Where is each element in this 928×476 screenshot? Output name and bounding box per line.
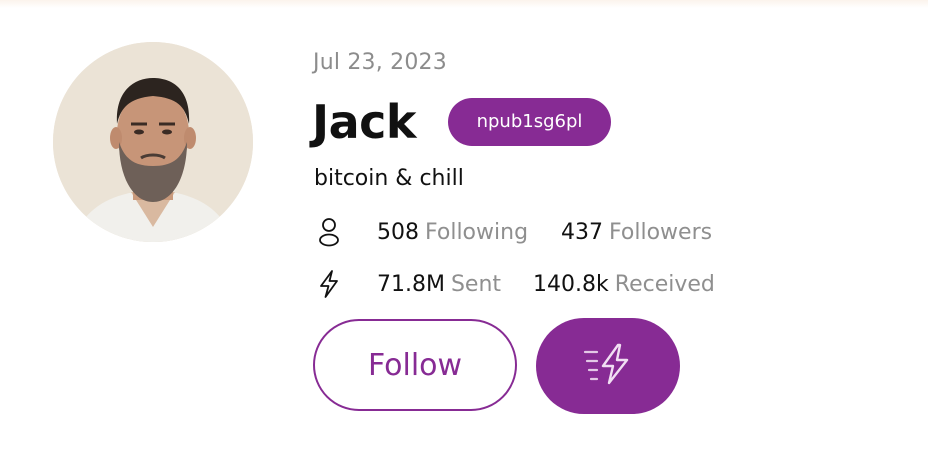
following-label: Following — [425, 219, 529, 245]
sent-amount: 71.8M — [377, 271, 445, 297]
sent-label: Sent — [450, 271, 502, 297]
avatar[interactable] — [53, 42, 253, 242]
profile-bio: bitcoin & chill — [314, 166, 464, 191]
zap-button[interactable] — [536, 318, 680, 414]
received-amount: 140.8k — [533, 271, 609, 297]
following-stat[interactable]: 508 Following — [377, 220, 528, 245]
npub-badge[interactable]: npub1sg6pl — [448, 98, 611, 146]
followers-label: Followers — [609, 219, 713, 245]
zap-fast-icon — [583, 342, 633, 390]
top-gradient — [0, 0, 928, 8]
person-icon — [314, 215, 344, 249]
received-label: Received — [614, 271, 715, 297]
profile-name: Jack — [312, 95, 417, 149]
follow-button[interactable]: Follow — [313, 319, 517, 411]
followers-count: 437 — [561, 219, 604, 245]
received-stat: 140.8k Received — [533, 272, 715, 297]
zap-stats-row: 71.8M Sent 140.8k Received — [314, 267, 715, 301]
following-count: 508 — [377, 219, 419, 245]
follow-stats-row: 508 Following 437 Followers — [314, 215, 712, 249]
join-date: Jul 23, 2023 — [313, 50, 447, 75]
lightning-bolt-icon — [314, 267, 344, 301]
sent-stat: 71.8M Sent — [377, 272, 501, 297]
followers-stat[interactable]: 437 Followers — [561, 220, 712, 245]
